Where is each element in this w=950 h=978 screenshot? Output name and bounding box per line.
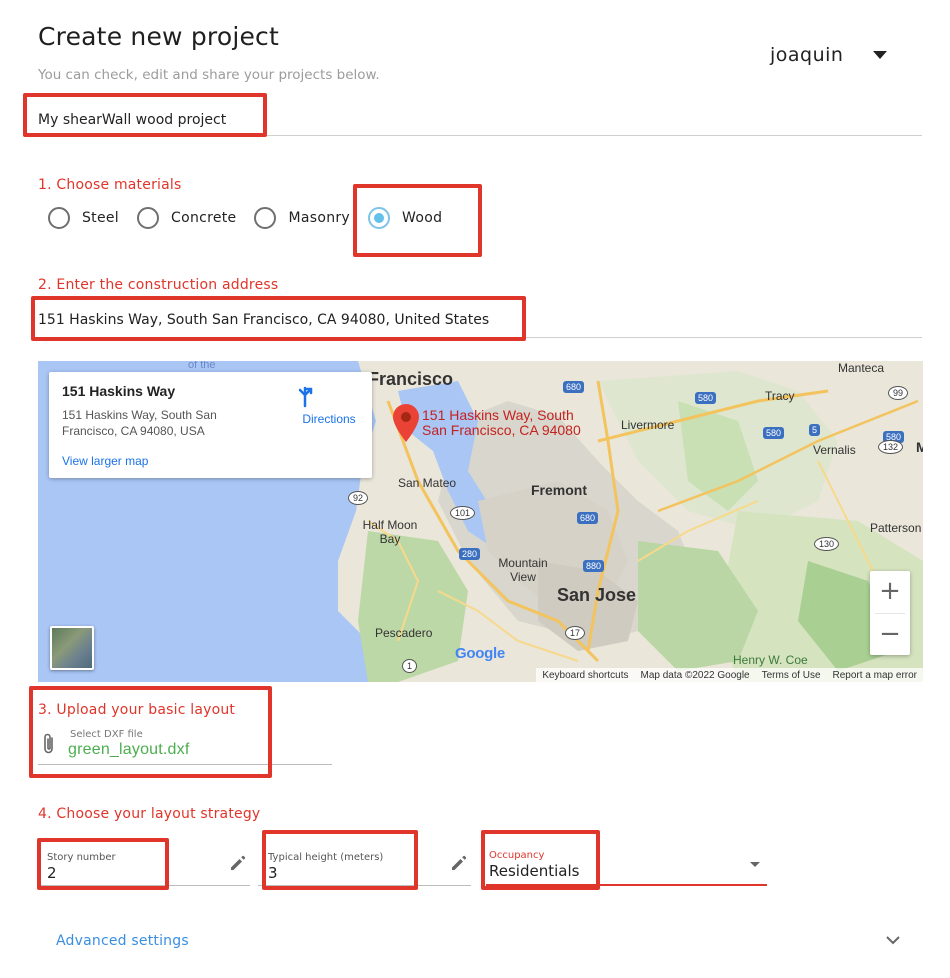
- state-route-shield: 99: [888, 386, 909, 400]
- map-label-san-mateo: San Mateo: [398, 476, 457, 490]
- chevron-down-icon: [750, 862, 760, 867]
- info-card-address: 151 Haskins Way, South San Francisco, CA…: [62, 408, 217, 438]
- terms-of-use-link[interactable]: Terms of Use: [756, 670, 827, 681]
- caret-down-icon: [873, 51, 888, 59]
- upload-section-label: 3. Upload your basic layout: [38, 702, 236, 718]
- advanced-settings-toggle[interactable]: Advanced settings: [56, 933, 189, 949]
- address-section-label: 2. Enter the construction address: [38, 277, 279, 293]
- report-map-error-link[interactable]: Report a map error: [827, 670, 923, 681]
- user-menu[interactable]: joaquin: [770, 44, 888, 66]
- materials-section-label: 1. Choose materials: [38, 177, 182, 193]
- google-logo: Google: [455, 645, 505, 662]
- materials-radio-group: Steel Concrete Masonry Wood: [48, 207, 460, 229]
- keyboard-shortcuts-link[interactable]: Keyboard shortcuts: [536, 670, 634, 681]
- dxf-upload-field[interactable]: Select DXF file green_layout.dxf: [38, 726, 332, 765]
- typical-height-value: 3: [268, 864, 278, 882]
- radio-option-concrete[interactable]: Concrete: [137, 207, 236, 229]
- typical-height-field[interactable]: Typical height (meters) 3: [258, 846, 471, 886]
- zoom-controls: + −: [870, 571, 910, 655]
- address-input[interactable]: [38, 303, 922, 338]
- state-route-shield: 130: [814, 537, 840, 551]
- page-title: Create new project: [38, 22, 280, 51]
- radio-option-masonry[interactable]: Masonry: [254, 207, 350, 229]
- highway-shield: 880: [583, 560, 605, 572]
- map-label-manteca: Manteca: [838, 361, 885, 375]
- edit-pencil-icon[interactable]: [228, 853, 248, 873]
- chevron-down-icon[interactable]: [885, 934, 901, 946]
- occupancy-value: Residentials: [489, 862, 580, 880]
- story-number-field[interactable]: Story number 2: [37, 846, 250, 886]
- zoom-in-button[interactable]: +: [870, 571, 910, 613]
- map-label-vernalis: Vernalis: [813, 443, 856, 457]
- radio-option-steel[interactable]: Steel: [48, 207, 119, 229]
- satellite-toggle-button[interactable]: [50, 626, 94, 670]
- radio-option-wood[interactable]: Wood: [368, 207, 442, 229]
- map-data-text: Map data ©2022 Google: [640, 669, 750, 681]
- map-label-tracy: Tracy: [765, 389, 795, 403]
- highway-shield: 680: [577, 512, 599, 524]
- directions-button[interactable]: Directions: [294, 386, 364, 426]
- highway-shield: 280: [459, 548, 481, 560]
- story-number-value: 2: [47, 864, 57, 882]
- directions-icon: [298, 386, 340, 408]
- map-label-pescadero: Pescadero: [375, 626, 433, 640]
- highway-shield: 5: [809, 424, 821, 436]
- map-label-san-jose: San Jose: [557, 585, 637, 605]
- radio-circle: [48, 207, 70, 229]
- view-larger-map-link[interactable]: View larger map: [62, 454, 148, 468]
- strategy-section-label: 4. Choose your layout strategy: [38, 806, 261, 822]
- state-route-shield: 101: [450, 506, 476, 520]
- state-route-shield: 1: [402, 659, 418, 673]
- info-card-title: 151 Haskins Way: [62, 383, 176, 399]
- edit-pencil-icon[interactable]: [449, 853, 469, 873]
- map-label-livermore: Livermore: [621, 418, 675, 432]
- map-label-partial: M: [916, 439, 923, 455]
- state-route-shield: 17: [565, 626, 586, 640]
- user-name: joaquin: [770, 44, 844, 66]
- occupancy-select[interactable]: Occupancy Residentials: [486, 845, 767, 886]
- map-label-half-moon-bay: Half Moon Bay: [362, 518, 418, 546]
- radio-label: Masonry: [288, 210, 351, 226]
- upload-file-name: green_layout.dxf: [68, 741, 190, 758]
- map-label-fremont: Fremont: [531, 482, 587, 498]
- radio-circle: [254, 207, 277, 229]
- zoom-out-button[interactable]: −: [870, 614, 910, 656]
- state-route-shield: 92: [348, 491, 369, 505]
- map-info-card: 151 Haskins Way 151 Haskins Way, South S…: [49, 372, 372, 478]
- radio-circle: [137, 207, 159, 229]
- story-number-label: Story number: [47, 852, 116, 863]
- radio-circle-checked: [368, 207, 391, 229]
- map-pin-icon[interactable]: [393, 404, 419, 442]
- highway-shield: 580: [763, 427, 785, 439]
- map-label-henry-w-coe: Henry W. Coe: [733, 653, 808, 667]
- map-label-patterson: Patterson: [870, 521, 922, 535]
- directions-label: Directions: [302, 412, 356, 426]
- radio-label: Steel: [82, 210, 119, 226]
- radio-label: Concrete: [171, 210, 237, 226]
- google-logo-text: Google: [455, 645, 505, 662]
- map-footer: Keyboard shortcuts Map data ©2022 Google…: [536, 668, 923, 682]
- page-subtitle: You can check, edit and share your proje…: [38, 67, 380, 83]
- radio-label: Wood: [402, 210, 443, 226]
- project-name-input[interactable]: [38, 104, 922, 136]
- state-route-shield: 132: [878, 440, 904, 454]
- map-label-mountain-view: Mountain View: [498, 556, 548, 584]
- typical-height-label: Typical height (meters): [268, 852, 384, 863]
- occupancy-label: Occupancy: [489, 850, 545, 861]
- paperclip-icon: [44, 733, 53, 754]
- map-embed[interactable]: Francisco of the San Mateo Half Moon Bay…: [38, 361, 923, 682]
- map-label-san-francisco: Francisco: [368, 369, 454, 389]
- highway-shield: 680: [563, 381, 585, 393]
- map-label-of-the: of the: [188, 361, 216, 371]
- map-pin-label: 151 Haskins Way, South San Francisco, CA…: [422, 407, 581, 438]
- upload-hint: Select DXF file: [70, 729, 143, 740]
- highway-shield: 580: [695, 392, 717, 404]
